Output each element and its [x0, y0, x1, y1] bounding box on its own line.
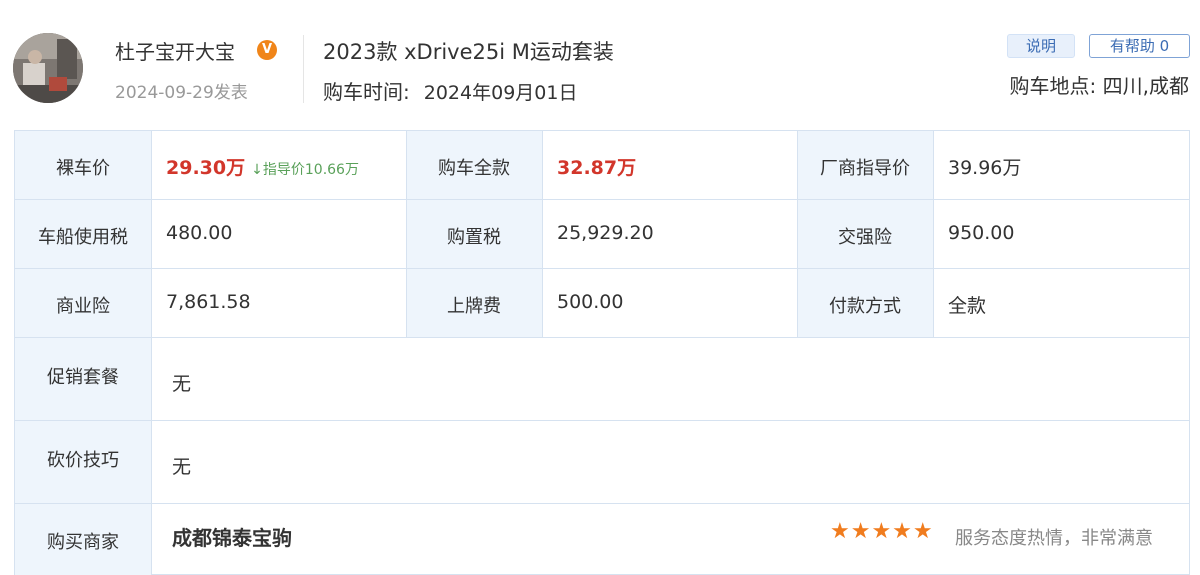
price-table: 裸车价 29.30万 ↓指导价10.66万 购车全款 32.87万 厂商指导价 … — [14, 130, 1190, 575]
payment-method-value: 全款 — [948, 295, 987, 317]
vehicle-tax-label: 车船使用税 — [38, 227, 128, 248]
msrp-value: 39.96万 — [948, 157, 1022, 179]
purchase-time: 购车时间: 2024年09月01日 — [323, 76, 577, 105]
bargain-tips-label: 砍价技巧 — [47, 450, 119, 471]
row-divider — [15, 268, 1189, 269]
full-price-label: 购车全款 — [438, 158, 510, 179]
col-divider — [933, 131, 934, 338]
row-divider — [15, 199, 1189, 200]
dealer-label: 购买商家 — [47, 532, 119, 553]
commercial-insurance-value: 7,861.58 — [166, 291, 251, 313]
plate-fee-label: 上牌费 — [447, 296, 501, 317]
col-divider — [151, 131, 152, 575]
vehicle-tax-value: 480.00 — [166, 222, 233, 244]
purchase-time-label: 购车时间: — [323, 80, 410, 104]
bargain-tips-value: 无 — [172, 456, 192, 478]
purchase-tax-value: 25,929.20 — [557, 222, 654, 244]
plate-fee-value: 500.00 — [557, 291, 624, 313]
row-divider — [15, 420, 1189, 421]
dealer-rating-stars-icon: ★★★★★ — [830, 519, 934, 544]
promotion-label: 促销套餐 — [47, 367, 119, 388]
explain-button[interactable]: 说明 — [1007, 34, 1075, 58]
bare-price-value: 29.30万 — [166, 157, 246, 179]
purchase-time-value: 2024年09月01日 — [423, 82, 578, 104]
col-divider — [542, 131, 543, 338]
bare-price: 29.30万 ↓指导价10.66万 — [166, 153, 359, 180]
car-model[interactable]: 2023款 xDrive25i M运动套装 — [323, 36, 614, 66]
compulsory-insurance-value: 950.00 — [948, 222, 1015, 244]
row-divider — [15, 503, 1189, 504]
purchase-tax-label: 购置税 — [447, 227, 501, 248]
username[interactable]: 杜子宝开大宝 — [115, 36, 235, 65]
bare-price-label: 裸车价 — [56, 158, 110, 179]
msrp-label: 厂商指导价 — [820, 158, 910, 179]
commercial-insurance-label: 商业险 — [56, 296, 110, 317]
avatar[interactable] — [13, 33, 83, 103]
helpful-button[interactable]: 有帮助 0 — [1089, 34, 1190, 58]
dealer-name[interactable]: 成都锦泰宝驹 — [172, 522, 292, 551]
row-divider — [15, 337, 1189, 338]
promotion-value: 无 — [172, 373, 192, 395]
dealer-comment: 服务态度热情，非常满意 — [955, 528, 1153, 549]
full-price-value: 32.87万 — [557, 157, 637, 179]
compulsory-insurance-label: 交强险 — [838, 227, 892, 248]
label-column-bg — [15, 131, 151, 575]
guide-price-drop: ↓指导价10.66万 — [251, 162, 359, 178]
payment-method-label: 付款方式 — [829, 296, 901, 317]
purchase-location: 购车地点: 四川,成都 — [1009, 74, 1189, 98]
verified-badge-icon: V — [257, 40, 277, 60]
publish-date: 2024-09-29发表 — [115, 83, 248, 103]
header-divider — [303, 35, 304, 103]
